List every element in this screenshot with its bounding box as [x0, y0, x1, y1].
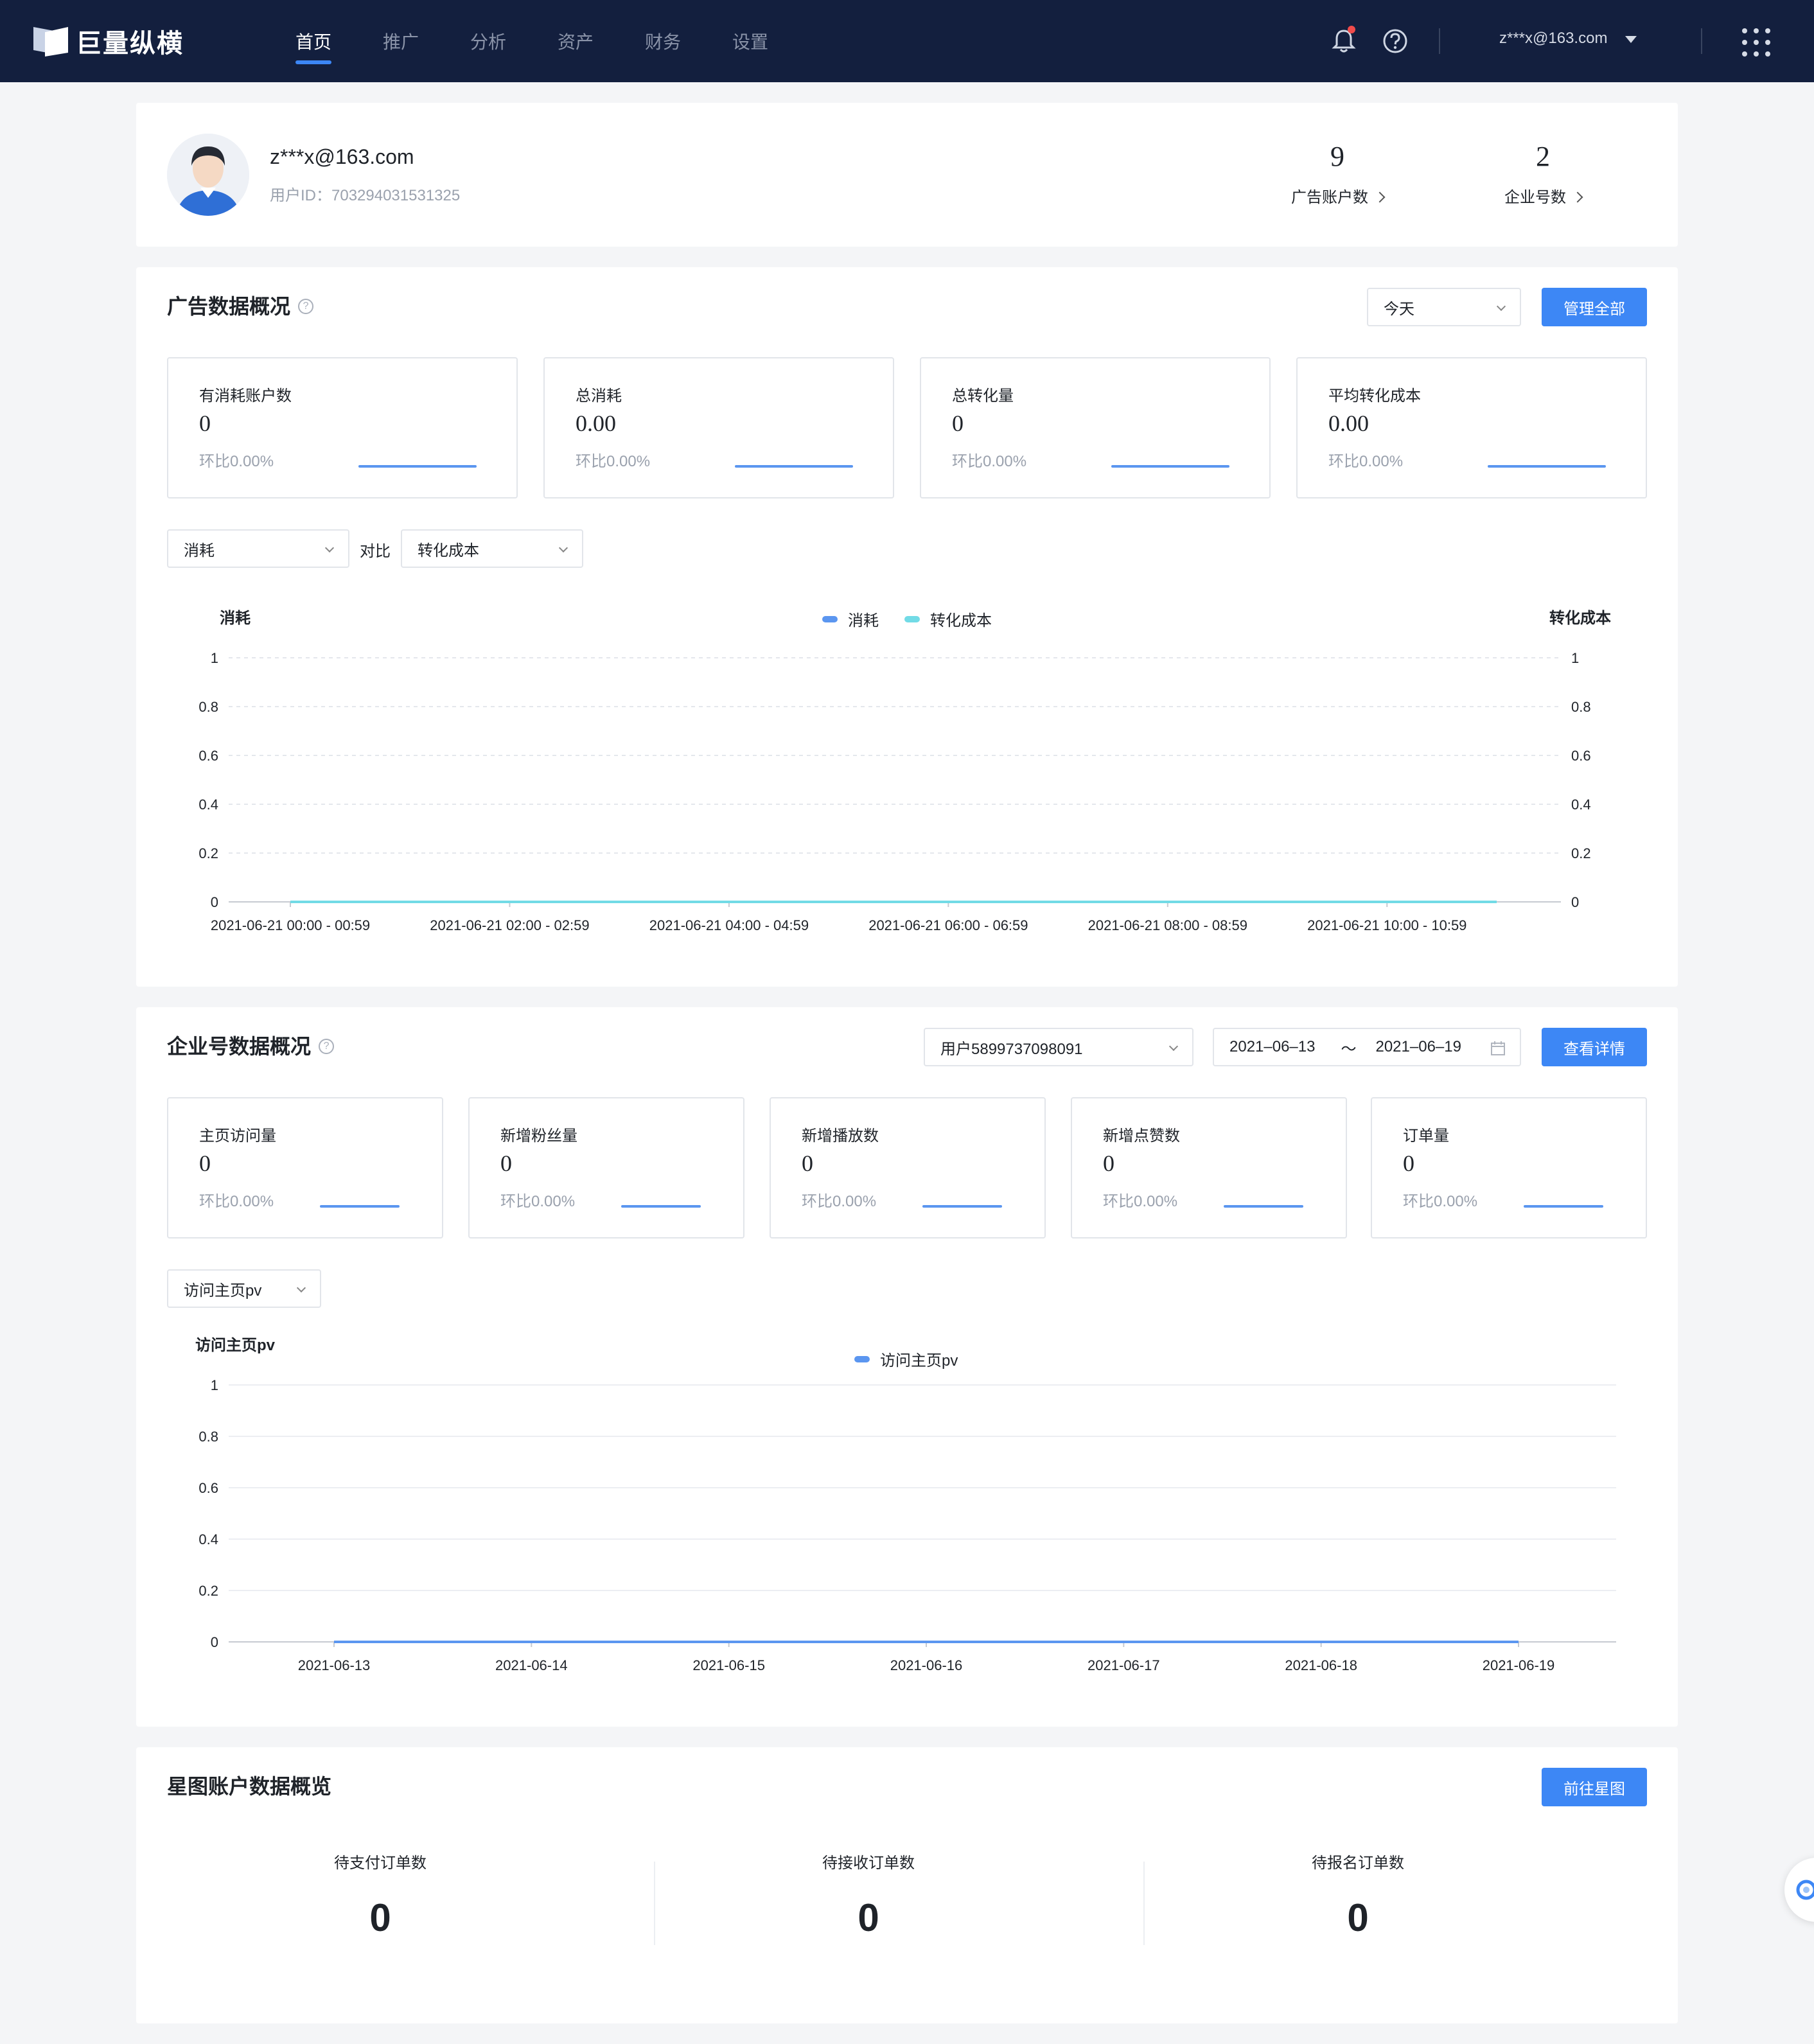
xingtu-stat: 待接收订单数 0	[624, 1850, 1113, 1940]
y-tick-label-right: 0.6	[1571, 748, 1591, 764]
nav-item-promotion[interactable]: 推广	[357, 0, 445, 82]
y-tick-label-left: 0.6	[198, 748, 218, 764]
stat-label: 企业号数	[1504, 189, 1566, 206]
xingtu-stat-label: 待支付订单数	[334, 1855, 427, 1872]
app-grid-icon[interactable]	[1742, 28, 1770, 57]
x-tick-label: 2021-06-13	[298, 1657, 371, 1673]
stat-label: 广告账户数	[1291, 189, 1368, 206]
ad-account-link[interactable]: 广告账户数	[1267, 184, 1408, 207]
nav-item-label: 分析	[470, 32, 506, 52]
x-tick-label: 2021-06-21 00:00 - 00:59	[211, 917, 370, 933]
y-tick-label-right: 0.8	[1571, 699, 1591, 715]
nav-item-home[interactable]: 首页	[270, 0, 357, 82]
chevron-right-icon	[1572, 191, 1583, 203]
y-tick-label-left: 0.2	[198, 845, 218, 861]
y-tick-label-left: 0.8	[198, 699, 218, 715]
bell-icon[interactable]	[1331, 26, 1357, 54]
xingtu-stat-label: 待接收订单数	[822, 1855, 915, 1872]
x-tick-label: 2021-06-21 06:00 - 06:59	[868, 917, 1028, 933]
x-tick-label: 2021-06-21 10:00 - 10:59	[1307, 917, 1466, 933]
y-tick-label: 1	[211, 1377, 218, 1393]
floating-service-button[interactable]	[1784, 1858, 1814, 1922]
y-tick-label-right: 0.2	[1571, 845, 1591, 861]
avatar[interactable]	[167, 134, 249, 216]
y-tick-label: 0.2	[198, 1583, 218, 1599]
section-title: 星图账户数据概览	[167, 1775, 332, 1798]
enterprise-line-chart: 1 0.8 0.6 0.4 0.2 0 2021-06-13 2021-06-14 2021-0…	[198, 1377, 1616, 1673]
nav-item-analysis[interactable]: 分析	[445, 0, 532, 82]
nav-item-label: 推广	[382, 32, 419, 52]
x-tick-label: 2021-06-19	[1483, 1657, 1555, 1673]
logo[interactable]: 巨量纵横	[31, 23, 184, 59]
enterprise-link[interactable]: 企业号数	[1472, 184, 1614, 207]
xingtu-stat-value: 0	[1347, 1896, 1369, 1939]
nav-item-assets[interactable]: 资产	[532, 0, 619, 82]
nav-item-label: 财务	[644, 32, 681, 52]
xingtu-stat-value: 0	[858, 1896, 879, 1939]
nav-item-finance[interactable]: 财务	[619, 0, 707, 82]
goto-xingtu-button[interactable]: 前往星图	[1542, 1768, 1647, 1806]
x-tick-label: 2021-06-14	[495, 1657, 568, 1673]
y-tick-label-left: 1	[211, 650, 218, 666]
xingtu-stat: 待支付订单数 0	[136, 1850, 624, 1940]
stat-value: 2	[1536, 141, 1550, 172]
profile-user-id: 用户ID：703294031531325	[270, 187, 461, 204]
profile-email: z***x@163.com	[270, 145, 414, 168]
ad-account-count: 9 广告账户数	[1267, 140, 1408, 207]
main-nav: 首页 推广 分析 资产 财务 设置	[270, 0, 794, 82]
x-tick-label: 2021-06-21 04:00 - 04:59	[649, 917, 809, 933]
y-tick-label: 0.4	[198, 1531, 218, 1547]
y-tick-label-right: 1	[1571, 650, 1579, 666]
customer-service-icon	[1796, 1880, 1814, 1900]
logo-icon	[31, 24, 71, 58]
xingtu-stat-value: 0	[369, 1896, 391, 1939]
x-tick-label: 2021-06-15	[692, 1657, 765, 1673]
ad-line-chart: 1 1 0.8 0.8 0.6 0.6 0.4 0.4 0.2 0.2 0 0 2021-06-21 0…	[198, 650, 1591, 933]
profile-card: z***x@163.com 用户ID：703294031531325 9 广告账…	[136, 103, 1678, 247]
ad-overview-card: 广告数据概况? 今天 管理全部 有消耗账户数 0 环比0.00% 总消耗 0.0…	[136, 267, 1678, 987]
help-icon[interactable]	[1382, 28, 1408, 54]
x-tick-label: 2021-06-16	[890, 1657, 963, 1673]
y-tick-label-left: 0	[211, 894, 218, 910]
y-tick-label-right: 0	[1571, 894, 1579, 910]
y-tick-label-left: 0.4	[198, 797, 218, 813]
xingtu-overview-card: 星图账户数据概览 前往星图 待支付订单数 0 待接收订单数 0 待报名订单数 0	[136, 1747, 1678, 2023]
x-tick-label: 2021-06-18	[1285, 1657, 1357, 1673]
nav-item-label: 首页	[295, 32, 331, 52]
nav-item-settings[interactable]: 设置	[707, 0, 794, 82]
y-tick-label-right: 0.4	[1571, 797, 1591, 813]
chevron-right-icon	[1374, 191, 1386, 203]
y-tick-label: 0	[211, 1634, 218, 1650]
header-divider	[1439, 28, 1440, 54]
x-tick-label: 2021-06-17	[1088, 1657, 1160, 1673]
x-tick-label: 2021-06-21 08:00 - 08:59	[1088, 917, 1247, 933]
enterprise-overview-card: 企业号数据概况? 用户5899737098091 2021–06–13 ～ 20…	[136, 1007, 1678, 1727]
nav-item-label: 资产	[557, 32, 594, 52]
caret-down-icon[interactable]	[1625, 36, 1637, 43]
top-navigation-bar: 巨量纵横 首页 推广 分析 资产 财务 设置 z***x@163.com	[0, 0, 1814, 82]
y-tick-label: 0.6	[198, 1480, 218, 1496]
nav-item-label: 设置	[732, 32, 768, 52]
x-tick-label: 2021-06-21 02:00 - 02:59	[430, 917, 589, 933]
xingtu-stat: 待报名订单数 0	[1114, 1850, 1602, 1940]
logo-text: 巨量纵横	[76, 30, 184, 58]
enterprise-count: 2 企业号数	[1472, 140, 1614, 207]
xingtu-stat-label: 待报名订单数	[1312, 1855, 1404, 1872]
y-tick-label: 0.8	[198, 1429, 218, 1445]
user-email[interactable]: z***x@163.com	[1499, 30, 1607, 48]
stat-value: 9	[1330, 141, 1344, 172]
header-divider	[1701, 28, 1702, 54]
